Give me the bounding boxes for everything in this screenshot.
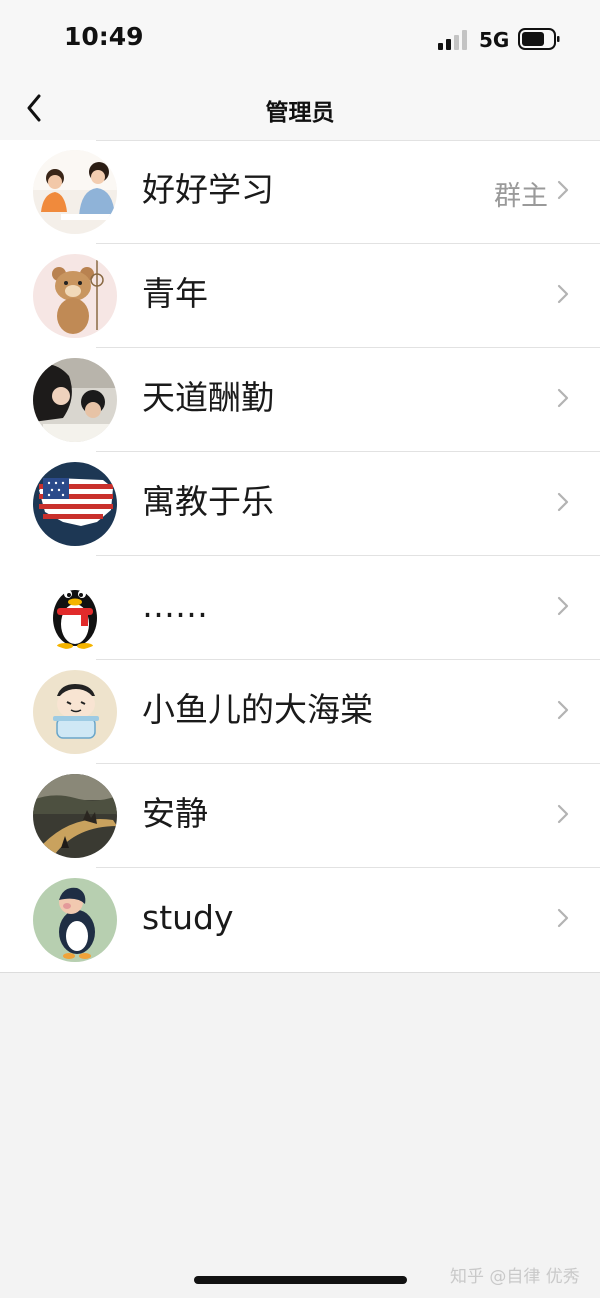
home-indicator[interactable]: [194, 1276, 407, 1284]
member-name: 安静: [142, 794, 208, 833]
chevron-right-icon: [557, 804, 569, 824]
admin-list: 好好学习 群主 青年 天道酬勤 寓教于乐 …… 小鱼儿的大海棠 安静 study: [0, 140, 600, 973]
cartoon-bear: [33, 254, 117, 338]
signal-icon: [438, 30, 467, 50]
chevron-right-icon: [557, 388, 569, 408]
qq-penguin: [33, 566, 117, 650]
avatar: [33, 358, 117, 442]
navigation-bar: 管理员: [0, 78, 600, 140]
avatar: [33, 254, 117, 338]
avatar: [33, 150, 117, 234]
sunset-landscape: [33, 774, 117, 858]
network-type: 5G: [479, 28, 510, 52]
studying-photo: [33, 358, 117, 442]
member-row[interactable]: 天道酬勤: [0, 348, 600, 452]
watermark: 知乎 @自律 优秀: [450, 1267, 580, 1287]
chevron-right-icon: [557, 284, 569, 304]
member-row[interactable]: 好好学习 群主: [0, 140, 600, 244]
avatar: [33, 670, 117, 754]
chevron-right-icon: [557, 596, 569, 616]
member-name: 好好学习: [142, 170, 274, 209]
teacher-student-photo: [33, 150, 117, 234]
member-row[interactable]: study: [0, 868, 600, 972]
page-title: 管理员: [265, 100, 335, 126]
member-name: 青年: [142, 274, 208, 313]
member-name: 寓教于乐: [142, 482, 274, 521]
cartoon-boy: [33, 670, 117, 754]
us-flag-map: [33, 462, 117, 546]
member-name: ……: [142, 586, 208, 625]
status-time: 10:49: [64, 22, 144, 51]
chevron-right-icon: [557, 180, 569, 200]
avatar: [33, 462, 117, 546]
battery-icon: [518, 28, 560, 50]
avatar: [33, 774, 117, 858]
owner-badge: 群主: [494, 181, 548, 212]
avatar: [33, 878, 117, 962]
member-row[interactable]: 寓教于乐: [0, 452, 600, 556]
member-row[interactable]: 青年: [0, 244, 600, 348]
member-row[interactable]: ……: [0, 556, 600, 660]
chevron-right-icon: [557, 908, 569, 928]
cartoon-penguin-costume: [33, 878, 117, 962]
member-name: 小鱼儿的大海棠: [142, 690, 373, 729]
member-name: 天道酬勤: [142, 378, 274, 417]
member-row[interactable]: 安静: [0, 764, 600, 868]
status-bar: 10:49 5G: [0, 0, 600, 80]
avatar: [33, 566, 117, 650]
top-header: 10:49 5G 管理员: [0, 0, 600, 140]
chevron-right-icon: [557, 700, 569, 720]
chevron-right-icon: [557, 492, 569, 512]
member-name: study: [142, 898, 234, 937]
member-row[interactable]: 小鱼儿的大海棠: [0, 660, 600, 764]
